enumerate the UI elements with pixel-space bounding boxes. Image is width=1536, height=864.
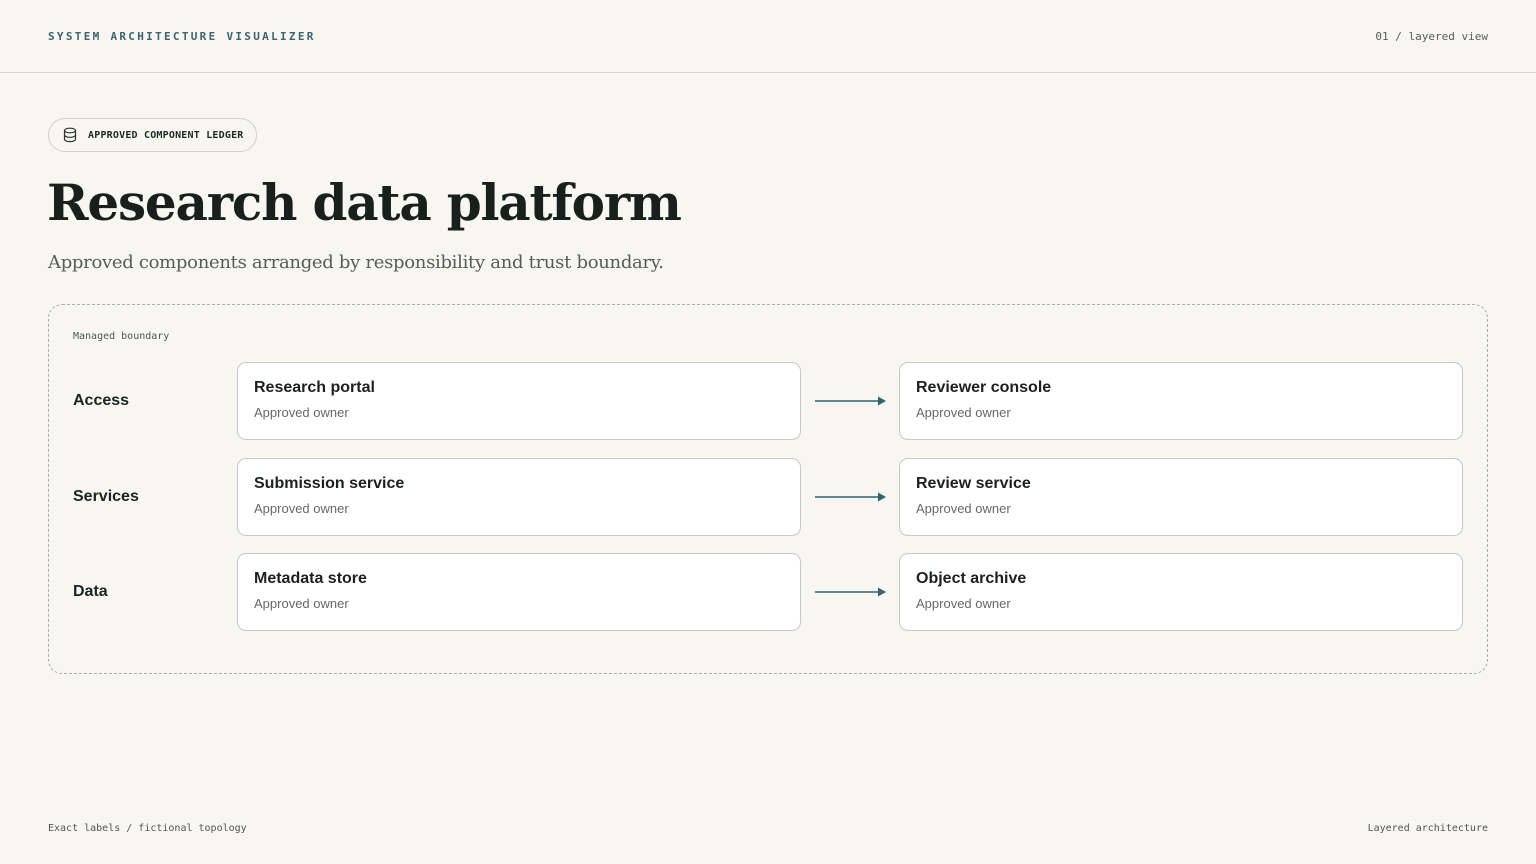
app-title: SYSTEM ARCHITECTURE VISUALIZER (48, 30, 316, 43)
top-bar: SYSTEM ARCHITECTURE VISUALIZER 01 / laye… (0, 0, 1536, 73)
component-title: Research portal (254, 379, 375, 396)
component-owner: Approved owner (916, 405, 1011, 420)
component-node[interactable]: Submission service Approved owner (237, 458, 801, 536)
layer-data: Data Metadata store Approved owner Objec… (49, 553, 1487, 631)
component-ledger-badge: APPROVED COMPONENT LEDGER (48, 118, 257, 152)
component-node[interactable]: Research portal Approved owner (237, 362, 801, 440)
database-icon (63, 127, 79, 143)
page-title: Research data platform (47, 173, 682, 232)
footer-view-type: Layered architecture (1367, 823, 1488, 834)
component-title: Metadata store (254, 570, 367, 587)
layer-access: Access Research portal Approved owner Re… (49, 362, 1487, 440)
footer-note: Exact labels / fictional topology (48, 823, 247, 834)
flow-arrow-icon (815, 587, 886, 597)
component-owner: Approved owner (254, 501, 349, 516)
boundary-label: Managed boundary (73, 331, 170, 342)
component-node[interactable]: Review service Approved owner (899, 458, 1463, 536)
component-node[interactable]: Reviewer console Approved owner (899, 362, 1463, 440)
page-subtitle: Approved components arranged by responsi… (48, 252, 664, 273)
flow-arrow-icon (815, 492, 886, 502)
view-indicator: 01 / layered view (1375, 30, 1488, 43)
badge-label: APPROVED COMPONENT LEDGER (88, 129, 244, 141)
component-owner: Approved owner (916, 596, 1011, 611)
flow-arrow-icon (815, 396, 886, 406)
layer-label: Access (73, 392, 130, 409)
component-node[interactable]: Object archive Approved owner (899, 553, 1463, 631)
component-owner: Approved owner (254, 596, 349, 611)
component-owner: Approved owner (254, 405, 349, 420)
component-owner: Approved owner (916, 501, 1011, 516)
managed-boundary: Managed boundary Access Research portal … (48, 304, 1488, 674)
component-title: Submission service (254, 475, 405, 492)
component-title: Review service (916, 475, 1031, 492)
layer-label: Data (73, 583, 108, 600)
component-title: Object archive (916, 570, 1027, 587)
layer-services: Services Submission service Approved own… (49, 458, 1487, 536)
component-node[interactable]: Metadata store Approved owner (237, 553, 801, 631)
component-title: Reviewer console (916, 379, 1052, 396)
layer-label: Services (73, 488, 139, 505)
